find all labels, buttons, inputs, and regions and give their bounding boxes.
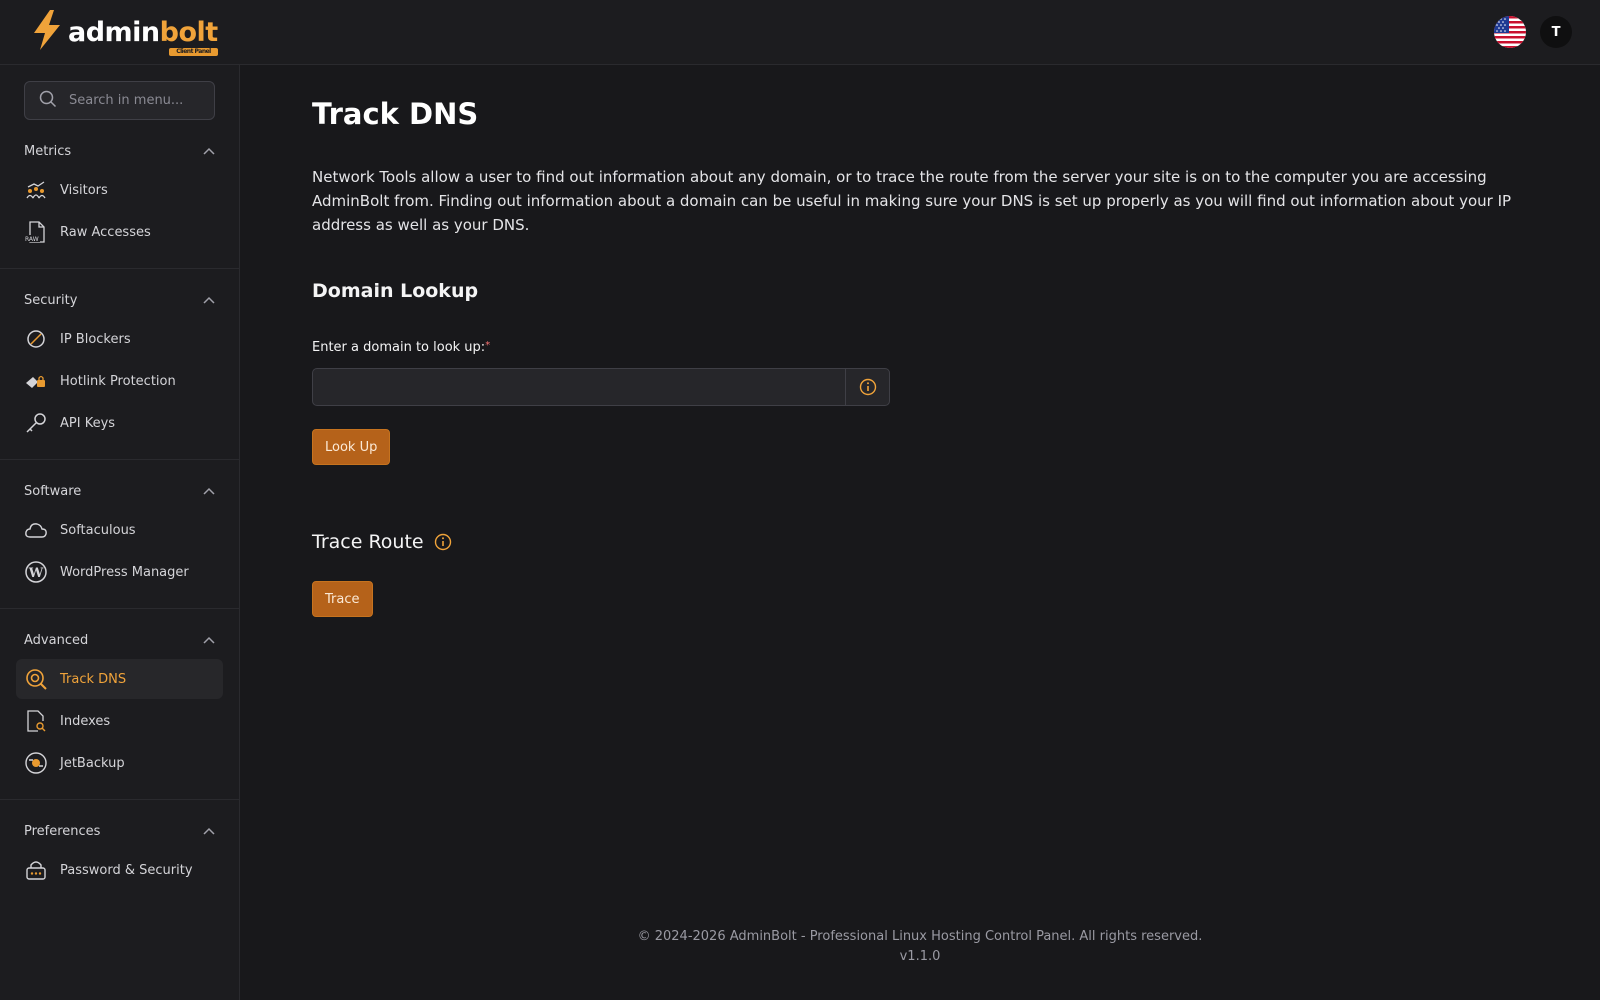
top-bar: adminbolt Client Panel T <box>0 0 1600 65</box>
sidebar-item-raw-accesses[interactable]: RAW Raw Accesses <box>16 212 223 252</box>
svg-text:W: W <box>28 566 44 581</box>
chevron-up-icon <box>203 484 215 499</box>
page-title: Track DNS <box>312 97 479 131</box>
section-title: Software <box>24 483 82 499</box>
wordpress-icon: W <box>24 560 48 584</box>
sidebar-item-label: API Keys <box>60 415 116 431</box>
info-icon[interactable] <box>434 533 452 551</box>
sidebar-item-api-keys[interactable]: API Keys <box>16 403 223 443</box>
domain-field-label: Enter a domain to look up:* <box>312 340 491 355</box>
section-header-metrics[interactable]: Metrics <box>0 136 239 166</box>
cloud-icon <box>24 518 48 542</box>
sidebar-item-label: WordPress Manager <box>60 564 189 580</box>
sidebar-section-security: Security IP Blockers Hotlink Protection … <box>0 285 239 460</box>
info-icon[interactable] <box>845 369 889 405</box>
user-avatar[interactable]: T <box>1540 16 1572 48</box>
domain-lookup-heading: Domain Lookup <box>312 280 479 302</box>
backup-icon <box>24 751 48 775</box>
sidebar-item-label: Softaculous <box>60 522 136 538</box>
sidebar-item-label: Visitors <box>60 182 108 198</box>
sidebar-item-wordpress-manager[interactable]: W WordPress Manager <box>16 552 223 592</box>
section-title: Advanced <box>24 632 89 648</box>
chevron-up-icon <box>203 633 215 648</box>
sidebar-item-label: Hotlink Protection <box>60 373 176 389</box>
sidebar-item-visitors[interactable]: Visitors <box>16 170 223 210</box>
sidebar-search[interactable] <box>24 81 215 120</box>
trace-route-header: Trace Route <box>312 531 452 553</box>
password-icon <box>24 858 48 882</box>
sidebar-item-label: IP Blockers <box>60 331 131 347</box>
sidebar-item-label: Password & Security <box>60 862 193 878</box>
sidebar-item-track-dns[interactable]: Track DNS <box>16 659 223 699</box>
bolt-logo-icon <box>30 9 64 55</box>
page-description: Network Tools allow a user to find out i… <box>312 168 1512 234</box>
key-icon <box>24 411 48 435</box>
footer: © 2024-2026 AdminBolt - Professional Lin… <box>240 927 1600 967</box>
section-header-security[interactable]: Security <box>0 285 239 315</box>
sidebar-item-label: Indexes <box>60 713 111 729</box>
sidebar-section-preferences: Preferences Password & Security <box>0 816 239 906</box>
trace-button[interactable]: Trace <box>312 581 373 617</box>
search-icon <box>39 90 57 112</box>
sidebar-item-ip-blockers[interactable]: IP Blockers <box>16 319 223 359</box>
chevron-up-icon <box>203 824 215 839</box>
brand-badge: Client Panel <box>169 47 218 56</box>
search-input[interactable] <box>69 93 199 108</box>
section-title: Security <box>24 292 78 308</box>
domain-input[interactable] <box>313 369 845 405</box>
sidebar-item-password-security[interactable]: Password & Security <box>16 850 223 890</box>
sidebar: Metrics Visitors RAW Raw Accesses Securi… <box>0 65 240 1000</box>
brand-logo[interactable]: adminbolt Client Panel <box>30 9 218 56</box>
sidebar-item-jetbackup[interactable]: JetBackup <box>16 743 223 783</box>
domain-input-group <box>312 368 890 406</box>
sidebar-item-indexes[interactable]: Indexes <box>16 701 223 741</box>
brand-wordmark: adminbolt Client Panel <box>68 16 218 56</box>
raw-file-icon: RAW <box>24 220 48 244</box>
section-title: Preferences <box>24 823 101 839</box>
sidebar-item-label: Raw Accesses <box>60 224 151 240</box>
sidebar-item-softaculous[interactable]: Softaculous <box>16 510 223 550</box>
trace-route-heading: Trace Route <box>312 531 424 553</box>
chevron-up-icon <box>203 293 215 308</box>
section-title: Metrics <box>24 143 72 159</box>
block-icon <box>24 327 48 351</box>
sidebar-section-metrics: Metrics Visitors RAW Raw Accesses <box>0 136 239 269</box>
section-header-preferences[interactable]: Preferences <box>0 816 239 846</box>
required-mark: * <box>485 340 491 351</box>
sidebar-item-hotlink-protection[interactable]: Hotlink Protection <box>16 361 223 401</box>
sidebar-item-label: Track DNS <box>60 671 127 687</box>
section-header-advanced[interactable]: Advanced <box>0 625 239 655</box>
footer-copyright: © 2024-2026 AdminBolt - Professional Lin… <box>637 929 1203 944</box>
hotlink-icon <box>24 369 48 393</box>
footer-version: v1.1.0 <box>899 949 941 964</box>
visitors-icon <box>24 178 48 202</box>
svg-text:RAW: RAW <box>25 236 39 243</box>
sidebar-section-software: Software Softaculous W WordPress Manager <box>0 476 239 609</box>
us-flag-icon[interactable] <box>1494 16 1526 48</box>
file-search-icon <box>24 709 48 733</box>
sidebar-item-label: JetBackup <box>60 755 125 771</box>
look-up-button[interactable]: Look Up <box>312 429 391 465</box>
main-content: Track DNS Network Tools allow a user to … <box>240 65 1600 1000</box>
dns-search-icon <box>24 667 48 691</box>
chevron-up-icon <box>203 144 215 159</box>
sidebar-section-advanced: Advanced Track DNS Indexes JetBackup <box>0 625 239 800</box>
section-header-software[interactable]: Software <box>0 476 239 506</box>
